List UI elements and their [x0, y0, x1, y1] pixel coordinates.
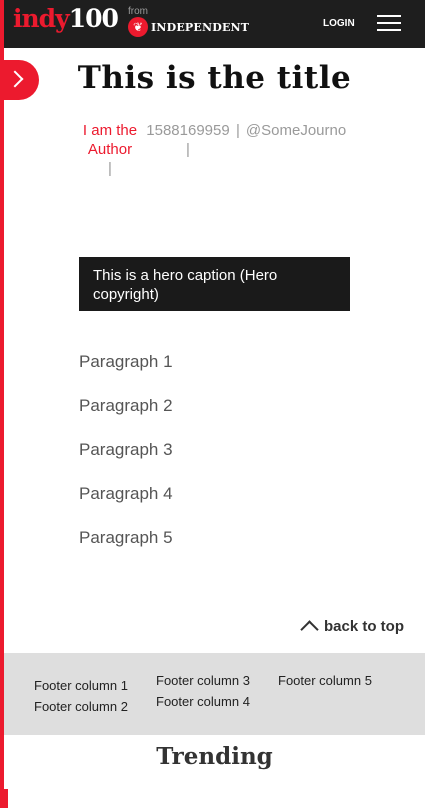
article-paragraph: Paragraph 5 [79, 528, 173, 547]
article-paragraph: Paragraph 1 [79, 352, 173, 371]
article-title: This is the title [77, 60, 352, 96]
article-paragraph: Paragraph 2 [79, 396, 173, 415]
byline-author: I am the Author | [80, 121, 140, 178]
eagle-logo-icon: ❦ [128, 17, 148, 37]
byline-separator: | [236, 122, 240, 139]
independent-logo[interactable]: ❦ INDEPENDENT [128, 17, 249, 37]
byline-twitter: | @SomeJourno [236, 121, 346, 140]
byline-separator: | [186, 141, 190, 158]
footer-column-3[interactable]: Footer column 3 [156, 673, 250, 688]
article-paragraph: Paragraph 4 [79, 484, 173, 503]
left-accent-rail-bottom [0, 789, 8, 808]
trending-heading: Trending [156, 743, 273, 770]
back-to-top-link[interactable]: back to top [300, 617, 405, 639]
article-paragraph: Paragraph 3 [79, 440, 173, 459]
hero-caption: This is a hero caption (Hero copyright) [79, 257, 350, 311]
chevron-up-icon [300, 620, 319, 639]
byline-timestamp: 1588169959 | [138, 121, 238, 159]
site-footer: Footer column 1 Footer column 2 Footer c… [4, 653, 425, 735]
logo-100-text: 100 [68, 4, 119, 33]
author-link[interactable]: I am the Author [80, 121, 140, 159]
footer-column-5[interactable]: Footer column 5 [278, 673, 372, 688]
back-to-top-label: back to top [324, 618, 405, 635]
twitter-handle-link[interactable]: @SomeJourno [246, 122, 346, 139]
from-label: from [128, 6, 148, 17]
site-header: indy 100 from ❦ INDEPENDENT LOGIN [4, 0, 425, 48]
menu-bar [377, 22, 401, 24]
menu-bar [377, 29, 401, 31]
indy100-logo[interactable]: indy 100 [13, 4, 119, 38]
footer-column-4[interactable]: Footer column 4 [156, 694, 250, 709]
footer-column-2[interactable]: Footer column 2 [34, 699, 128, 714]
footer-column-1[interactable]: Footer column 1 [34, 678, 128, 693]
byline-separator: | [108, 160, 112, 177]
logo-indy-text: indy [13, 4, 70, 33]
timestamp-text: 1588169959 [146, 122, 230, 139]
menu-bar [377, 15, 401, 17]
independent-logo-text: INDEPENDENT [151, 20, 250, 34]
hamburger-menu-icon[interactable] [377, 15, 401, 33]
login-button[interactable]: LOGIN [323, 18, 355, 29]
